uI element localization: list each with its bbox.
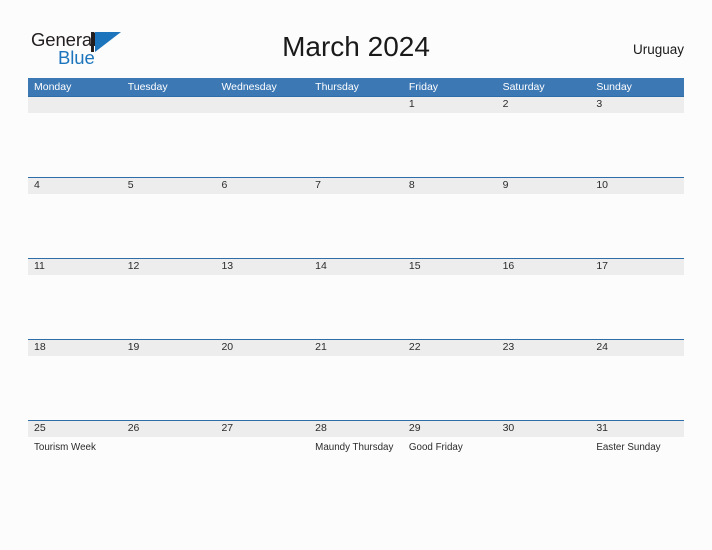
day-cell[interactable]: 2 bbox=[497, 96, 591, 177]
day-number: 12 bbox=[127, 260, 140, 272]
day-cell[interactable] bbox=[215, 96, 309, 177]
calendar-grid: Monday Tuesday Wednesday Thursday Friday… bbox=[28, 78, 684, 501]
day-cell[interactable]: 28 Maundy Thursday bbox=[309, 420, 403, 501]
calendar-week-row: 4 5 6 7 8 9 10 bbox=[28, 177, 684, 258]
weekday-header-tuesday: Tuesday bbox=[127, 81, 168, 93]
day-number: 18 bbox=[34, 341, 46, 353]
holiday-label: Maundy Thursday bbox=[315, 442, 394, 453]
day-number: 6 bbox=[221, 179, 228, 191]
day-cell[interactable] bbox=[28, 96, 122, 177]
day-cell[interactable]: 4 bbox=[28, 177, 122, 258]
day-cell[interactable]: 24 bbox=[590, 339, 684, 420]
day-cell[interactable] bbox=[122, 96, 216, 177]
day-number: 13 bbox=[221, 260, 234, 272]
calendar-week-row: 11 12 13 14 15 16 17 bbox=[28, 258, 684, 339]
weekday-header-sunday: Sunday bbox=[596, 81, 632, 93]
day-number: 5 bbox=[127, 179, 134, 191]
day-cell[interactable]: 6 bbox=[215, 177, 309, 258]
day-cell[interactable]: 19 bbox=[122, 339, 216, 420]
day-cell[interactable]: 13 bbox=[215, 258, 309, 339]
day-number: 7 bbox=[315, 179, 321, 191]
weekday-header-monday: Monday bbox=[34, 81, 72, 93]
weekday-header-wednesday: Wednesday bbox=[221, 81, 277, 93]
weekday-header-row: Monday Tuesday Wednesday Thursday Friday… bbox=[28, 78, 684, 96]
day-number: 16 bbox=[502, 260, 515, 272]
day-cell[interactable]: 7 bbox=[309, 177, 403, 258]
holiday-label: Tourism Week bbox=[34, 442, 96, 453]
holiday-label: Good Friday bbox=[408, 442, 463, 453]
day-cell[interactable]: 30 bbox=[497, 420, 591, 501]
day-number: 10 bbox=[596, 179, 608, 191]
day-cell[interactable]: 22 bbox=[403, 339, 497, 420]
day-number: 4 bbox=[34, 179, 40, 191]
day-cell[interactable]: 25 Tourism Week bbox=[28, 420, 122, 501]
day-number: 17 bbox=[596, 260, 608, 272]
day-cell[interactable]: 31 Easter Sunday bbox=[590, 420, 684, 501]
day-number: 25 bbox=[34, 422, 46, 434]
day-number: 22 bbox=[408, 341, 421, 353]
day-number: 20 bbox=[221, 341, 234, 353]
day-cell[interactable]: 8 bbox=[403, 177, 497, 258]
day-number: 1 bbox=[408, 98, 415, 110]
day-number: 15 bbox=[408, 260, 421, 272]
day-cell[interactable]: 1 bbox=[403, 96, 497, 177]
weekday-header-thursday: Thursday bbox=[315, 81, 359, 93]
holiday-label: Easter Sunday bbox=[596, 442, 661, 453]
day-cell[interactable]: 15 bbox=[403, 258, 497, 339]
day-cell[interactable]: 20 bbox=[215, 339, 309, 420]
page-title: March 2024 bbox=[282, 31, 430, 62]
day-number: 29 bbox=[408, 422, 421, 434]
day-number: 19 bbox=[127, 341, 140, 353]
day-number: 2 bbox=[502, 98, 509, 110]
day-cell[interactable]: 14 bbox=[309, 258, 403, 339]
calendar-week-row: 25 Tourism Week 26 27 28 Maundy Thursday… bbox=[28, 420, 684, 501]
day-cell[interactable]: 12 bbox=[122, 258, 216, 339]
day-number: 27 bbox=[221, 422, 234, 434]
day-number: 31 bbox=[596, 422, 608, 434]
day-cell[interactable]: 21 bbox=[309, 339, 403, 420]
day-cell[interactable]: 18 bbox=[28, 339, 122, 420]
day-cell[interactable]: 26 bbox=[122, 420, 216, 501]
day-cell[interactable]: 10 bbox=[590, 177, 684, 258]
country-label: Uruguay bbox=[632, 42, 684, 57]
day-cell[interactable]: 23 bbox=[497, 339, 591, 420]
day-number: 21 bbox=[315, 341, 327, 353]
day-cell[interactable]: 3 bbox=[590, 96, 684, 177]
day-number: 28 bbox=[315, 422, 327, 434]
day-cell[interactable]: 9 bbox=[497, 177, 591, 258]
day-number: 14 bbox=[315, 260, 327, 272]
day-number: 26 bbox=[127, 422, 140, 434]
weekday-header-friday: Friday bbox=[408, 81, 439, 93]
day-number: 30 bbox=[502, 422, 515, 434]
calendar-page: General Blue March 2024 Uruguay Monday T… bbox=[0, 0, 712, 550]
calendar-week-row: 1 2 3 bbox=[28, 96, 684, 177]
day-cell[interactable]: 29 Good Friday bbox=[403, 420, 497, 501]
day-number: 11 bbox=[34, 260, 45, 272]
day-number: 8 bbox=[408, 179, 415, 191]
day-number: 23 bbox=[502, 341, 515, 353]
day-cell[interactable] bbox=[309, 96, 403, 177]
day-number: 9 bbox=[502, 179, 509, 191]
day-number: 24 bbox=[596, 341, 608, 353]
day-cell[interactable]: 16 bbox=[497, 258, 591, 339]
weekday-header-saturday: Saturday bbox=[502, 81, 545, 93]
calendar-week-row: 18 19 20 21 22 23 24 bbox=[28, 339, 684, 420]
day-cell[interactable]: 17 bbox=[590, 258, 684, 339]
day-cell[interactable]: 27 bbox=[215, 420, 309, 501]
day-number: 3 bbox=[596, 98, 603, 110]
day-cell[interactable]: 11 bbox=[28, 258, 122, 339]
page-header: General Blue March 2024 Uruguay bbox=[28, 28, 684, 70]
day-cell[interactable]: 5 bbox=[122, 177, 216, 258]
